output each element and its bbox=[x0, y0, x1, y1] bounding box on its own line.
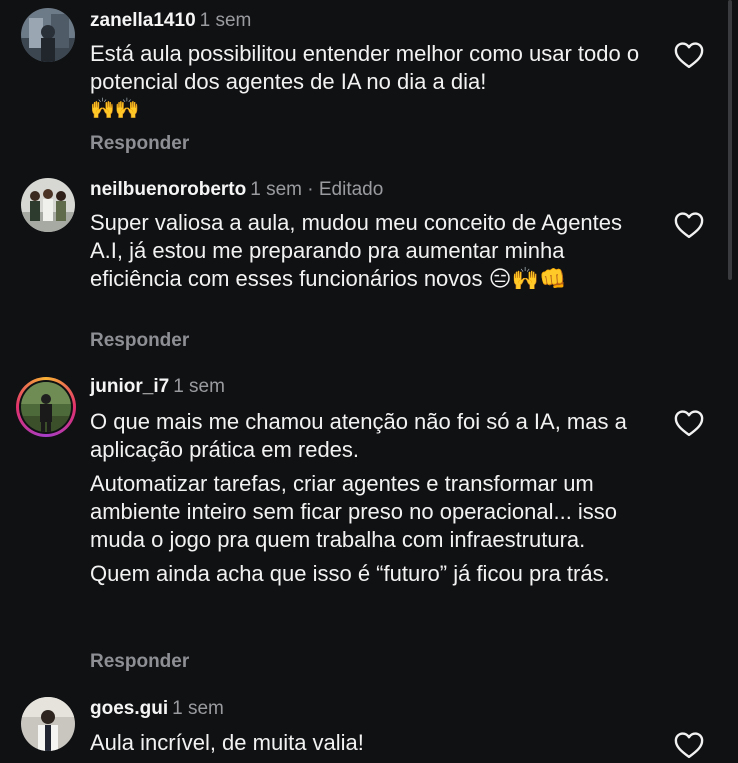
timestamp: 1 sem bbox=[173, 376, 225, 397]
comment-paragraph: Automatizar tarefas, criar agentes e tra… bbox=[90, 471, 618, 552]
username[interactable]: neilbuenoroberto bbox=[90, 179, 246, 200]
username[interactable]: goes.gui bbox=[90, 698, 168, 719]
comment-paragraph: Está aula possibilitou entender melhor c… bbox=[90, 41, 640, 94]
comment-meta: junior_i7 1 sem bbox=[90, 376, 225, 398]
avatar[interactable] bbox=[21, 8, 75, 62]
avatar[interactable] bbox=[16, 377, 76, 437]
username[interactable]: junior_i7 bbox=[90, 376, 169, 397]
scrollbar[interactable] bbox=[728, 0, 732, 280]
comment-text: Está aula possibilitou entender melhor c… bbox=[90, 40, 650, 122]
timestamp: 1 sem bbox=[199, 10, 252, 31]
comment-text: Super valiosa a aula, mudou meu conceito… bbox=[90, 209, 625, 293]
reply-button[interactable]: Responder bbox=[90, 330, 189, 352]
comment-text: O que mais me chamou atenção não foi só … bbox=[90, 408, 650, 588]
heart-outline-icon[interactable] bbox=[674, 41, 704, 69]
heart-outline-icon[interactable] bbox=[674, 409, 704, 437]
comment-meta: zanella1410 1 sem bbox=[90, 10, 251, 32]
avatar[interactable] bbox=[21, 178, 75, 232]
heart-outline-icon[interactable] bbox=[674, 731, 704, 759]
comment-paragraph: Aula incrível, de muita valia! bbox=[90, 730, 364, 755]
timestamp: 1 sem · Editado bbox=[250, 179, 384, 200]
comment-meta: neilbuenoroberto 1 sem · Editado bbox=[90, 179, 383, 201]
comment-text: Aula incrível, de muita valia! bbox=[90, 729, 650, 757]
heart-outline-icon[interactable] bbox=[674, 211, 704, 239]
comment-meta: goes.gui 1 sem bbox=[90, 698, 224, 720]
comment-emoji: 🙌🙌 bbox=[90, 98, 140, 120]
avatar[interactable] bbox=[21, 697, 75, 751]
username[interactable]: zanella1410 bbox=[90, 10, 196, 31]
comment-paragraph: O que mais me chamou atenção não foi só … bbox=[90, 409, 627, 462]
comment-paragraph: Quem ainda acha que isso é “futuro” já f… bbox=[90, 561, 610, 586]
comment-paragraph: Super valiosa a aula, mudou meu conceito… bbox=[90, 210, 623, 291]
reply-button[interactable]: Responder bbox=[90, 133, 189, 155]
timestamp: 1 sem bbox=[172, 698, 224, 719]
reply-button[interactable]: Responder bbox=[90, 651, 189, 673]
